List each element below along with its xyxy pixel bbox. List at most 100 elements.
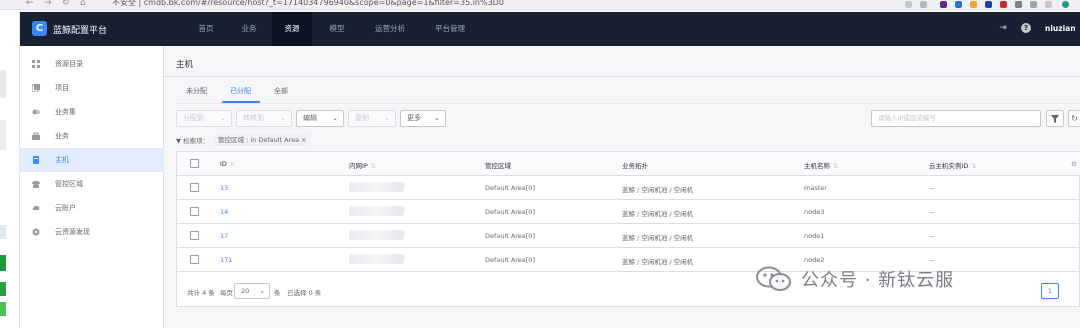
sidebar-item-cloud-account[interactable]: 云账户 — [20, 196, 164, 220]
sidebar-item-cloud-area[interactable]: 管控区域 — [20, 172, 164, 196]
chevron-down-icon: ⌄ — [434, 114, 440, 122]
selected-count: 已选择 0 条 — [287, 289, 322, 297]
sidebar-icon[interactable] — [1030, 1, 1037, 8]
more-button[interactable]: 更多 ⌄ — [400, 110, 446, 127]
tab-all[interactable]: 全部 — [274, 86, 288, 96]
nav-model[interactable]: 模型 — [317, 12, 357, 46]
user-menu[interactable]: niuzian ⌄ — [1045, 24, 1080, 33]
cell-topology: 蓝鲸 / 空闲机池 / 空闲机 — [622, 234, 694, 242]
chevron-down-icon: ⌄ — [280, 114, 286, 122]
extension-icon[interactable] — [985, 1, 992, 8]
filter-button[interactable] — [1046, 110, 1064, 127]
forward-icon[interactable]: → — [44, 0, 52, 8]
nav-business[interactable]: 业务 — [229, 12, 269, 46]
column-header-cloud-id[interactable]: 云主机实例ID ⇅ — [929, 160, 976, 170]
sort-icon[interactable]: ⇅ — [971, 163, 976, 170]
sidebar-item-resource-directory[interactable]: 资源目录 — [20, 52, 164, 76]
sort-icon[interactable]: ⇅ — [230, 161, 235, 168]
sidebar-item-label: 云账户 — [55, 204, 76, 212]
column-settings-button[interactable]: ↻ — [1068, 110, 1080, 127]
cell-area: Default Area[0] — [485, 208, 535, 216]
edit-button[interactable]: 编辑 ⌄ — [296, 110, 344, 127]
extension-icon[interactable] — [955, 1, 962, 8]
sidebar-item-cloud-discovery[interactable]: 云资源发现 — [20, 220, 164, 244]
app-logo[interactable]: C — [32, 21, 47, 36]
nav-home[interactable]: 首页 — [186, 12, 226, 46]
cell-area: Default Area[0] — [485, 256, 535, 264]
avatar-icon[interactable] — [1062, 1, 1069, 8]
cell-hostname: master — [804, 184, 827, 192]
search-input[interactable]: 请输入IP或固资编号 — [871, 110, 1041, 127]
edit-label: 编辑 — [303, 114, 317, 122]
translate-icon[interactable] — [920, 1, 927, 8]
copy-button[interactable]: 复制 ⌄ — [348, 110, 396, 127]
sidebar-item-label: 管控区域 — [55, 180, 83, 188]
table-row[interactable]: 17 Default Area[0] 蓝鲸 / 空闲机池 / 空闲机 node1… — [177, 224, 1080, 248]
page-size-value: 20 — [241, 287, 250, 295]
column-header-label: ID — [220, 160, 227, 168]
nav-platform-management[interactable]: 平台管理 — [425, 12, 475, 46]
gear-icon[interactable]: ⚙ — [1071, 160, 1077, 168]
page-size-select[interactable]: 20 ⌄ — [234, 283, 270, 299]
nav-operation-analysis[interactable]: 运营分析 — [365, 12, 415, 46]
chevron-down-icon: ⌄ — [220, 114, 226, 122]
help-icon[interactable]: ? — [1021, 23, 1031, 33]
sidebar-item-host[interactable]: 主机 — [20, 148, 164, 172]
sidebar-item-business[interactable]: 业务 — [20, 124, 164, 148]
back-icon[interactable]: ← — [26, 0, 34, 8]
logout-icon[interactable]: ⇥ — [998, 23, 1008, 33]
column-header-topology[interactable]: 业务拓扑 — [622, 160, 648, 170]
filter-tag[interactable]: 管控区域 : in Default Area × — [214, 134, 311, 146]
row-checkbox[interactable] — [190, 231, 199, 240]
column-header-area[interactable]: 管控区域 — [485, 160, 511, 170]
row-checkbox[interactable] — [190, 207, 199, 216]
profile-icon[interactable] — [1045, 1, 1052, 8]
close-icon[interactable]: × — [301, 136, 306, 144]
table-row[interactable]: 13 Default Area[0] 蓝鲸 / 空闲机池 / 空闲机 maste… — [177, 176, 1080, 200]
app-brand[interactable]: 蓝鲸配置平台 — [53, 23, 107, 36]
filter-label: ▼ 检索项： — [176, 135, 209, 145]
cell-topology: 蓝鲸 / 空闲机池 / 空闲机 — [622, 210, 694, 218]
assign-to-button[interactable]: 分配到 ⌄ — [176, 110, 232, 127]
host-id-link[interactable]: 171 — [220, 256, 232, 264]
reader-icon[interactable] — [905, 1, 912, 8]
tab-unassigned[interactable]: 未分配 — [186, 86, 207, 96]
column-header-label: 管控区域 — [485, 162, 511, 170]
page-button[interactable]: 1 — [1041, 283, 1059, 299]
table-header: ID ⇅ 内网IP ⇅ 管控区域 业务拓扑 主机名称 ⇅ 云主机实例ID ⇅ ⚙ — [177, 152, 1080, 176]
extension-icon[interactable] — [940, 1, 947, 8]
host-id-link[interactable]: 14 — [220, 208, 228, 216]
row-checkbox[interactable] — [190, 183, 199, 192]
cloud-account-icon — [32, 205, 40, 210]
host-id-link[interactable]: 17 — [220, 232, 228, 240]
redacted-ip — [349, 230, 404, 240]
home-icon[interactable]: ⌂ — [80, 0, 86, 8]
column-header-id[interactable]: ID ⇅ — [220, 160, 235, 168]
transfer-to-button[interactable]: 转移到 ⌄ — [236, 110, 292, 127]
copy-label: 复制 — [355, 114, 369, 122]
column-header-hostname[interactable]: 主机名称 ⇅ — [804, 160, 838, 170]
sidebar-item-project[interactable]: 项目 — [20, 76, 164, 100]
reload-icon[interactable]: ↻ — [62, 0, 70, 8]
host-icon — [33, 156, 39, 164]
row-checkbox[interactable] — [190, 255, 199, 264]
table-row[interactable]: 14 Default Area[0] 蓝鲸 / 空闲机池 / 空闲机 node3… — [177, 200, 1080, 224]
extension-icon[interactable] — [1000, 1, 1007, 8]
column-header-ip[interactable]: 内网IP ⇅ — [349, 160, 376, 170]
address-bar[interactable]: 不安全 | cmdb.bk.com/#/resource/host?_t=171… — [112, 0, 504, 8]
chevron-down-icon: ⌄ — [259, 287, 265, 295]
column-header-label: 主机名称 — [804, 162, 830, 170]
extension-icon[interactable] — [970, 1, 977, 8]
cell-cloud-id: -- — [929, 184, 934, 192]
sort-icon[interactable]: ⇅ — [833, 163, 838, 170]
sort-icon[interactable]: ⇅ — [371, 163, 376, 170]
select-all-checkbox[interactable] — [190, 159, 199, 168]
sidebar-item-business-set[interactable]: 业务集 — [20, 100, 164, 124]
nav-resource[interactable]: 资源 — [272, 12, 312, 46]
grid-icon — [32, 60, 40, 68]
host-id-link[interactable]: 13 — [220, 184, 228, 192]
tab-assigned[interactable]: 已分配 — [230, 86, 251, 96]
puzzle-icon[interactable] — [1015, 1, 1022, 8]
cloud-area-icon — [32, 181, 40, 188]
filter-label-text: 检索项： — [183, 137, 210, 145]
